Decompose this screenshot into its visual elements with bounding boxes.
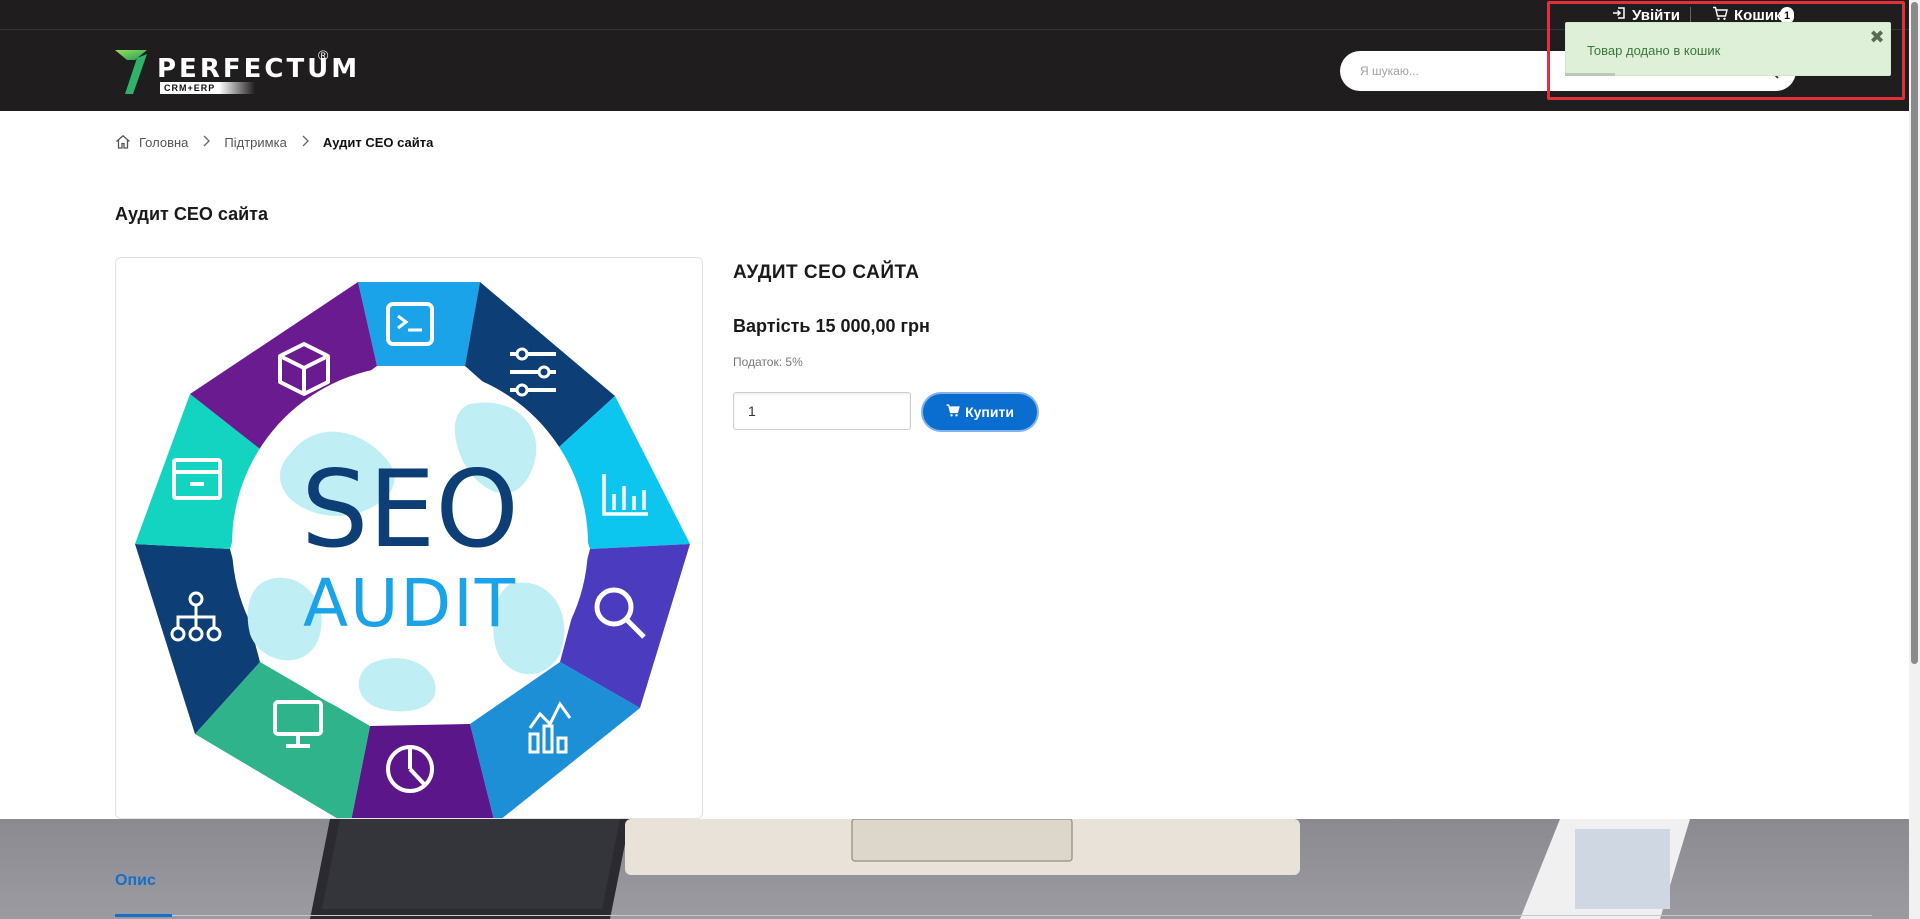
product-image[interactable]: SEO AUDIT (115, 257, 703, 819)
buy-button-label: Купити (965, 404, 1014, 420)
cart-icon (946, 404, 960, 420)
seo-audit-illustration: SEO AUDIT (135, 282, 690, 818)
page-title: Аудит СЕО сайта (115, 204, 269, 224)
close-icon[interactable]: ✖ (1868, 28, 1886, 46)
scrollbar-thumb[interactable] (1911, 2, 1918, 664)
product-tax: Податок: 5% (733, 355, 803, 369)
product-name: АУДИТ СЕО САЙТА (733, 262, 920, 283)
logo-subtitle-fade (219, 82, 255, 94)
logo-subtitle: CRM+ERP (160, 82, 220, 94)
toast-message: Товар додано в кошик (1587, 43, 1721, 58)
home-icon[interactable] (115, 134, 131, 150)
chevron-right-icon (301, 135, 309, 150)
description-section-background (0, 819, 1909, 919)
toast-progress-bar (1565, 73, 1615, 76)
tabs-divider (172, 915, 1872, 916)
page: Увійти Кошик 1 PERFECTUM ® CRM+ERP Товар… (0, 0, 1920, 919)
seo-text: SEO (301, 448, 519, 571)
product-price: Вартість 15 000,00 грн (733, 316, 930, 336)
site-logo[interactable]: PERFECTUM ® CRM+ERP (115, 47, 357, 96)
chevron-right-icon (202, 135, 211, 150)
logo-mark-icon (115, 50, 147, 94)
logo-registered-mark: ® (318, 47, 329, 63)
buy-button[interactable]: Купити (921, 392, 1039, 432)
breadcrumb-home-link[interactable]: Головна (139, 135, 188, 150)
audit-text: AUDIT (303, 565, 517, 642)
tab-description[interactable]: Опис (115, 872, 156, 890)
toast-notification: Товар додано в кошик ✖ (1565, 22, 1891, 76)
breadcrumb-support-link[interactable]: Підтримка (224, 135, 286, 150)
breadcrumb-current: Аудит СЕО сайта (322, 134, 434, 150)
logo-text: PERFECTUM (157, 54, 361, 84)
tab-description-underline (115, 914, 172, 917)
breadcrumb: Головна Підтримка Аудит СЕО сайта (115, 132, 433, 152)
desk-photo (310, 819, 1690, 919)
quantity-input[interactable] (733, 392, 911, 430)
